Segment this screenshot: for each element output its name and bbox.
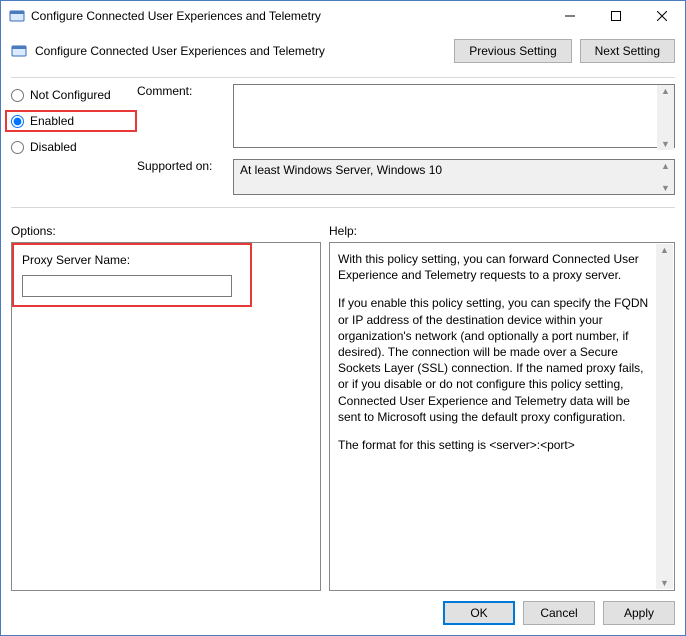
cancel-button[interactable]: Cancel <box>523 601 595 625</box>
header-row: Configure Connected User Experiences and… <box>11 39 675 63</box>
help-paragraph: If you enable this policy setting, you c… <box>338 295 652 425</box>
comment-scrollbar[interactable]: ▲ ▼ <box>657 85 674 150</box>
scroll-down-icon: ▼ <box>657 138 674 150</box>
scroll-up-icon: ▲ <box>656 244 673 256</box>
radio-not-configured-input[interactable] <box>11 89 24 102</box>
state-grid: Not Configured Enabled Disabled Comment:… <box>11 84 675 203</box>
policy-icon <box>11 43 27 59</box>
scroll-up-icon: ▲ <box>657 85 674 97</box>
window-title: Configure Connected User Experiences and… <box>31 9 547 23</box>
policy-title: Configure Connected User Experiences and… <box>35 44 454 58</box>
supported-scrollbar[interactable]: ▲ ▼ <box>657 160 674 194</box>
help-panel: With this policy setting, you can forwar… <box>329 242 675 591</box>
scroll-down-icon: ▼ <box>657 182 674 194</box>
proxy-highlight: Proxy Server Name: <box>12 243 252 307</box>
scroll-up-icon: ▲ <box>657 160 674 172</box>
radio-disabled[interactable]: Disabled <box>11 140 131 154</box>
scroll-down-icon: ▼ <box>656 577 673 589</box>
minimize-button[interactable] <box>547 1 593 31</box>
panels: Proxy Server Name: With this policy sett… <box>11 242 675 591</box>
next-setting-button[interactable]: Next Setting <box>580 39 675 63</box>
proxy-server-label: Proxy Server Name: <box>22 253 242 267</box>
radio-disabled-label: Disabled <box>30 140 77 154</box>
supported-label: Supported on: <box>137 159 227 173</box>
supported-on-text: At least Windows Server, Windows 10 <box>233 159 675 195</box>
radio-enabled[interactable]: Enabled <box>5 110 137 132</box>
comment-textarea[interactable] <box>233 84 675 148</box>
options-label: Options: <box>11 224 321 238</box>
apply-button[interactable]: Apply <box>603 601 675 625</box>
footer-buttons: OK Cancel Apply <box>11 591 675 625</box>
app-icon <box>9 8 25 24</box>
content-area: Configure Connected User Experiences and… <box>1 31 685 635</box>
scroll-thumb[interactable] <box>656 256 673 577</box>
maximize-button[interactable] <box>593 1 639 31</box>
radio-enabled-label: Enabled <box>30 114 74 128</box>
help-label: Help: <box>329 224 675 238</box>
comment-field-wrap: ▲ ▼ <box>233 84 675 151</box>
radio-enabled-input[interactable] <box>11 115 24 128</box>
divider <box>11 77 675 78</box>
options-panel: Proxy Server Name: <box>11 242 321 591</box>
previous-setting-button[interactable]: Previous Setting <box>454 39 571 63</box>
proxy-server-input[interactable] <box>22 275 232 297</box>
section-labels: Options: Help: <box>11 224 675 238</box>
radio-disabled-input[interactable] <box>11 141 24 154</box>
titlebar: Configure Connected User Experiences and… <box>1 1 685 31</box>
ok-button[interactable]: OK <box>443 601 515 625</box>
help-paragraph: The format for this setting is <server>:… <box>338 437 652 453</box>
help-paragraph: With this policy setting, you can forwar… <box>338 251 652 283</box>
radio-not-configured-label: Not Configured <box>30 88 111 102</box>
comment-label: Comment: <box>137 84 227 98</box>
radio-not-configured[interactable]: Not Configured <box>11 88 131 102</box>
divider <box>11 207 675 208</box>
close-button[interactable] <box>639 1 685 31</box>
help-text: With this policy setting, you can forwar… <box>338 251 666 453</box>
nav-buttons: Previous Setting Next Setting <box>454 39 675 63</box>
dialog-window: Configure Connected User Experiences and… <box>0 0 686 636</box>
supported-field-wrap: At least Windows Server, Windows 10 ▲ ▼ <box>233 159 675 195</box>
window-controls <box>547 1 685 31</box>
help-scrollbar[interactable]: ▲ ▼ <box>656 244 673 589</box>
state-radios: Not Configured Enabled Disabled <box>11 84 131 154</box>
